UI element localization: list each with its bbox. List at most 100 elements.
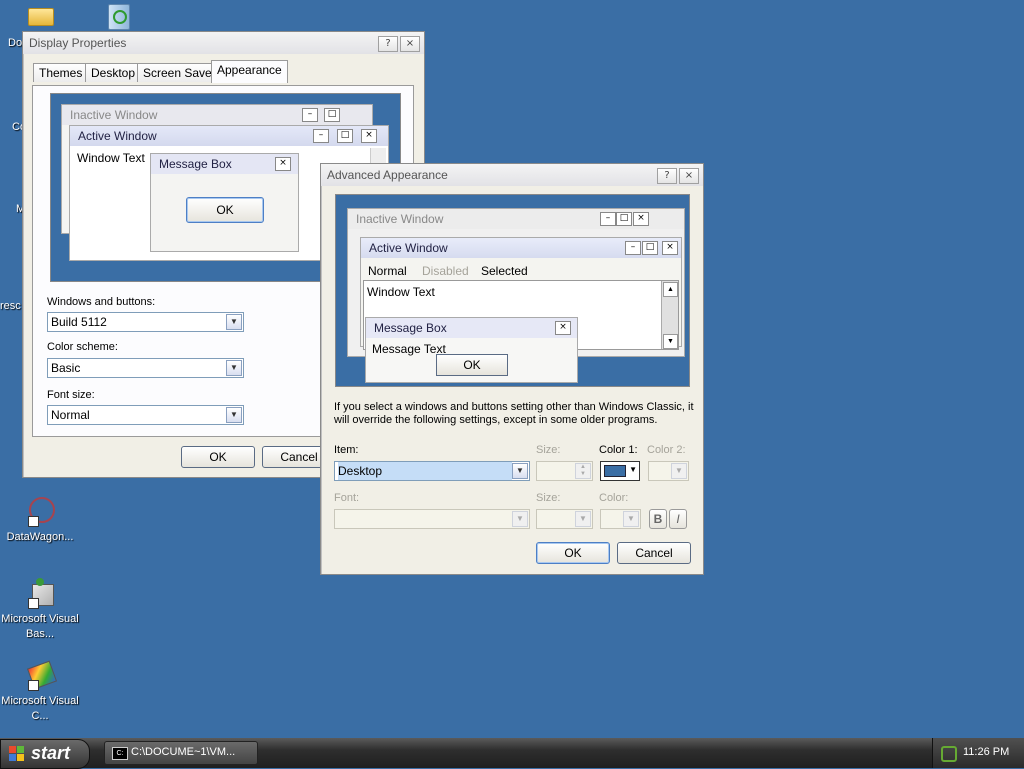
desktop-icon-vb[interactable]: ↗ Microsoft Visual Bas... — [0, 578, 80, 642]
font-label: Font: — [334, 492, 360, 504]
maximize-icon: □ — [642, 241, 658, 255]
tab-desktop[interactable]: Desktop — [85, 63, 142, 82]
color1-label: Color 1: — [599, 444, 638, 456]
recycle-bin-icon — [102, 2, 134, 34]
preview-menu-selected: Selected — [481, 264, 528, 278]
chevron-down-icon[interactable]: ▼ — [512, 463, 528, 479]
font-color-label: Color: — [599, 492, 629, 504]
help-button[interactable]: ? — [378, 36, 398, 52]
scroll-up-icon: ▲ — [663, 282, 678, 297]
preview-msgbox-title: Message Box — [366, 318, 577, 338]
font-size-select[interactable]: Normal ▼ — [47, 405, 244, 425]
chevron-down-icon: ▼ — [512, 511, 528, 527]
color-scheme-select[interactable]: Basic ▼ — [47, 358, 244, 378]
start-button[interactable]: start — [0, 739, 90, 769]
preview-msgbox-text: Message Text — [372, 342, 446, 356]
network-icon[interactable] — [941, 746, 957, 762]
minimize-icon: – — [313, 129, 329, 143]
datawagon-icon: ↗ — [24, 496, 56, 528]
tab-screen-saver[interactable]: Screen Saver — [137, 63, 222, 82]
maximize-icon: □ — [337, 129, 353, 143]
color2-picker[interactable]: ▼ — [648, 461, 689, 481]
desktop-icon-datawagon[interactable]: ↗ DataWagon... — [0, 496, 80, 545]
chevron-down-icon[interactable]: ▼ — [226, 314, 242, 330]
folder-icon — [26, 2, 54, 26]
desktop-icon-label: DataWagon... — [6, 531, 74, 543]
maximize-icon: □ — [616, 212, 632, 226]
item-select[interactable]: Desktop ▼ — [334, 461, 530, 481]
item-size-label: Size: — [536, 444, 561, 456]
item-size-spinner[interactable]: ▲ ▼ — [536, 461, 593, 481]
maximize-icon: □ — [324, 108, 340, 122]
color1-swatch — [604, 465, 626, 477]
minimize-icon: – — [600, 212, 616, 226]
desktop-icon-vc[interactable]: ↗ Microsoft Visual C... — [0, 660, 80, 724]
close-button[interactable]: × — [679, 168, 699, 184]
tab-strip: Themes Desktop Screen Saver Appearance — [33, 60, 413, 85]
start-label: start — [31, 743, 71, 763]
preview-ok-button: OK — [186, 197, 264, 223]
scroll-down-icon: ▼ — [663, 334, 678, 349]
bold-button[interactable]: B — [649, 509, 667, 529]
chevron-down-icon: ▼ — [623, 511, 639, 527]
minimize-icon: – — [302, 108, 318, 122]
preview-window-text: Window Text — [367, 285, 435, 299]
chevron-down-icon: ▼ — [575, 511, 591, 527]
preview-window-text: Window Text — [77, 151, 145, 165]
chevron-down-icon[interactable]: ▼ — [226, 407, 242, 423]
clock[interactable]: 11:26 PM — [963, 746, 1009, 758]
taskbar-item-label: C:\DOCUME~1\VM... — [131, 746, 236, 758]
close-button[interactable]: × — [400, 36, 420, 52]
item-label: Item: — [334, 444, 359, 456]
desktop-icon-label: Microsoft Visual Bas... — [1, 613, 79, 640]
tab-appearance[interactable]: Appearance — [211, 60, 288, 83]
title-bar[interactable]: Advanced Appearance ? × — [321, 164, 703, 186]
desktop-icon-label: resc — [0, 300, 21, 312]
cancel-button[interactable]: Cancel — [617, 542, 691, 564]
chevron-down-icon[interactable]: ▼ — [226, 360, 242, 376]
advanced-preview: Inactive Window – □ × Active Window – □ … — [335, 194, 690, 387]
preview-menu-disabled: Disabled — [422, 264, 469, 278]
preview-menu-normal: Normal — [368, 264, 407, 278]
italic-button[interactable]: I — [669, 509, 687, 529]
visual-c-icon: ↗ — [24, 660, 58, 692]
minimize-icon: – — [625, 241, 641, 255]
close-icon: × — [275, 157, 291, 171]
window-title: Display Properties — [29, 36, 127, 50]
preview-message-box: Message Box × OK — [150, 153, 299, 252]
font-size-label: Size: — [536, 492, 561, 504]
item-value: Desktop — [338, 462, 512, 480]
taskbar-item[interactable]: C: C:\DOCUME~1\VM... — [104, 741, 258, 765]
font-size-label: Font size: — [47, 389, 95, 401]
visual-basic-icon: ↗ — [24, 578, 56, 610]
windows-logo-icon — [9, 746, 25, 762]
ok-button[interactable]: OK — [536, 542, 610, 564]
title-bar[interactable]: Display Properties ? × — [23, 32, 424, 54]
windows-buttons-label: Windows and buttons: — [47, 296, 156, 308]
preview-scrollbar: ▲ ▼ — [661, 281, 678, 349]
chevron-down-icon: ▼ — [671, 463, 687, 479]
font-color-picker[interactable]: ▼ — [600, 509, 641, 529]
tab-themes[interactable]: Themes — [33, 63, 89, 82]
close-icon: × — [361, 129, 377, 143]
preview-message-box: Message Box × Message Text OK — [365, 317, 578, 383]
windows-buttons-select[interactable]: Build 5112 ▼ — [47, 312, 244, 332]
desktop-icon-documents[interactable]: Do — [0, 2, 80, 49]
help-button[interactable]: ? — [657, 168, 677, 184]
font-select[interactable]: ▼ — [334, 509, 530, 529]
ok-button[interactable]: OK — [181, 446, 255, 468]
color2-label: Color 2: — [647, 444, 686, 456]
font-size-select[interactable]: ▼ — [536, 509, 593, 529]
taskbar: start C: C:\DOCUME~1\VM... 11:26 PM — [0, 738, 1024, 769]
color1-picker[interactable]: ▼ — [600, 461, 640, 481]
desktop-icon-label: Do — [8, 37, 23, 49]
windows-buttons-value: Build 5112 — [51, 315, 107, 329]
color-scheme-value: Basic — [51, 361, 81, 375]
close-icon: × — [555, 321, 571, 335]
font-size-value: Normal — [51, 408, 90, 422]
close-icon: × — [662, 241, 678, 255]
close-icon: × — [633, 212, 649, 226]
spinner-icon: ▲ ▼ — [575, 463, 591, 479]
cmd-window-icon: C: — [112, 747, 128, 760]
override-note: If you select a windows and buttons sett… — [334, 401, 694, 426]
